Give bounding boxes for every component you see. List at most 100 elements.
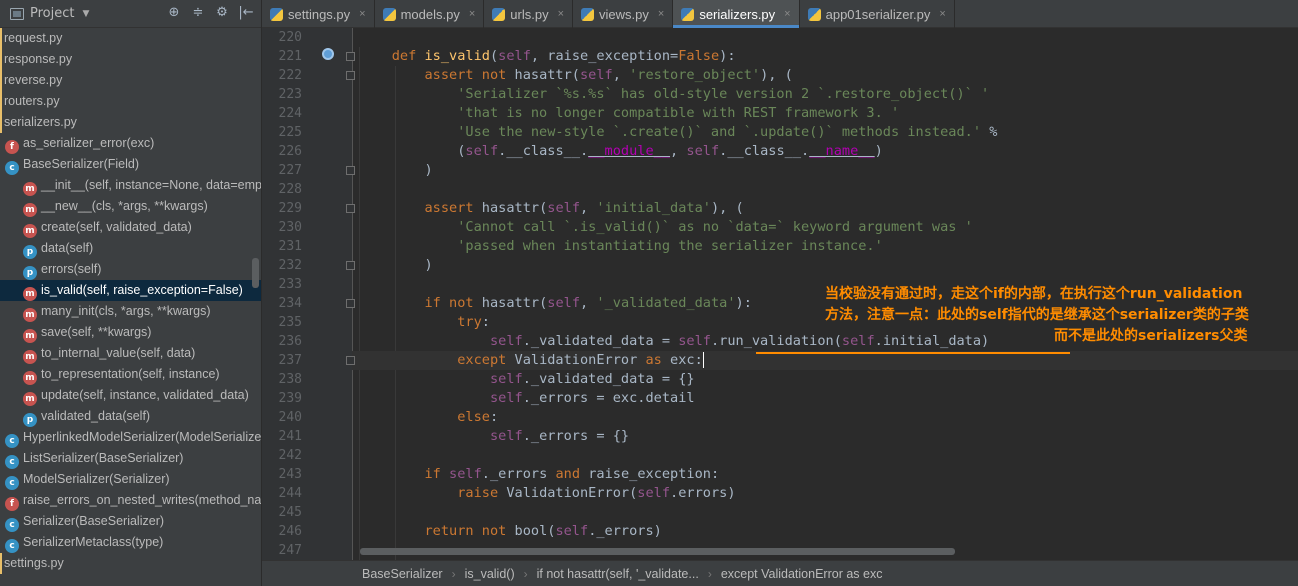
close-icon[interactable]: × xyxy=(784,8,790,20)
tree-item-label: save(self, **kwargs) xyxy=(41,325,152,339)
breadcrumb-separator-icon: › xyxy=(451,566,456,581)
breadcrumb-item[interactable]: BaseSerializer xyxy=(362,567,443,581)
tree-item-file[interactable]: response.py xyxy=(0,49,261,70)
code-line: assert hasattr(self, 'initial_data'), ( xyxy=(424,200,744,216)
close-icon[interactable]: × xyxy=(469,8,475,20)
line-number: 243 xyxy=(278,467,302,482)
hide-panel-icon[interactable]: |← xyxy=(238,5,254,20)
override-marker-icon[interactable] xyxy=(322,48,334,60)
close-icon[interactable]: × xyxy=(359,8,365,20)
annotation-line-3: 而不是此处的serializers父类 xyxy=(1054,328,1248,344)
tab-app01serializer[interactable]: app01serializer.py × xyxy=(800,0,955,28)
fold-marker-icon[interactable] xyxy=(346,356,355,365)
fold-marker-icon[interactable] xyxy=(346,299,355,308)
tree-item-label: data(self) xyxy=(41,241,94,255)
line-number: 242 xyxy=(278,448,302,463)
breadcrumb-separator-icon: › xyxy=(707,566,712,581)
tree-item-symbol[interactable]: c SerializerMetaclass(type) xyxy=(0,532,261,553)
tree-item-label: BaseSerializer(Field) xyxy=(23,157,140,171)
code-line: assert not hasattr(self, 'restore_object… xyxy=(424,67,793,83)
tree-item-symbol[interactable]: m save(self, **kwargs) xyxy=(0,322,261,343)
code-line: 'that is no longer compatible with REST … xyxy=(457,105,900,121)
tree-item-label: as_serializer_error(exc) xyxy=(23,136,155,150)
tree-item-symbol[interactable]: m is_valid(self, raise_exception=False) xyxy=(0,280,261,301)
line-number: 247 xyxy=(278,543,302,558)
line-number: 244 xyxy=(278,486,302,501)
fold-marker-icon[interactable] xyxy=(346,52,355,61)
breadcrumb-item[interactable]: is_valid() xyxy=(465,567,515,581)
tree-item-label: validated_data(self) xyxy=(41,409,151,423)
tree-item-symbol[interactable]: m to_internal_value(self, data) xyxy=(0,343,261,364)
close-icon[interactable]: × xyxy=(558,8,564,20)
tab-urls[interactable]: urls.py × xyxy=(484,0,574,28)
breadcrumb-item[interactable]: if not hasattr(self, '_validate... xyxy=(537,567,699,581)
tree-item-label: serializers.py xyxy=(4,115,77,129)
close-icon[interactable]: × xyxy=(939,8,945,20)
collapse-all-icon[interactable]: ≑ xyxy=(190,5,206,20)
line-number: 233 xyxy=(278,277,302,292)
tree-item-label: ModelSerializer(Serializer) xyxy=(23,472,170,486)
tree-item-symbol[interactable]: f as_serializer_error(exc) xyxy=(0,133,261,154)
annotation-line-2: 方法，注意一点：此处的self指代的是继承这个serializer类的子类 xyxy=(825,307,1249,323)
line-number: 229 xyxy=(278,201,302,216)
tab-label: app01serializer.py xyxy=(825,6,931,22)
tree-item-symbol[interactable]: p validated_data(self) xyxy=(0,406,261,427)
tree-item-label: response.py xyxy=(4,52,73,66)
project-panel: Project ▼ ⊕ ≑ ⚙ |← request.py response.py… xyxy=(0,0,262,586)
close-icon[interactable]: × xyxy=(658,8,664,20)
line-number: 226 xyxy=(278,144,302,159)
python-file-icon xyxy=(807,7,821,21)
tab-serializers[interactable]: serializers.py × xyxy=(673,0,800,28)
tree-item-file[interactable]: reverse.py xyxy=(0,70,261,91)
tree-item-symbol[interactable]: m to_representation(self, instance) xyxy=(0,364,261,385)
scroll-from-source-icon[interactable]: ⊕ xyxy=(166,5,182,20)
tree-item-symbol[interactable]: c ListSerializer(BaseSerializer) xyxy=(0,448,261,469)
tree-item-symbol[interactable]: p errors(self) xyxy=(0,259,261,280)
horizontal-scrollbar[interactable] xyxy=(360,548,955,555)
tree-item-file[interactable]: request.py xyxy=(0,28,261,49)
code-editor[interactable]: 220 221 222 223 224 225 226 227 228 229 230 231 232 2… xyxy=(262,28,1298,560)
tree-item-symbol[interactable]: c ModelSerializer(Serializer) xyxy=(0,469,261,490)
tree-item-file[interactable]: serializers.py xyxy=(0,112,261,133)
tree-item-symbol[interactable]: m __init__(self, instance=None, data=empt… xyxy=(0,175,262,196)
tab-models[interactable]: models.py × xyxy=(375,0,485,28)
tree-item-symbol[interactable]: f raise_errors_on_nested_writes(method_na… xyxy=(0,490,262,511)
tree-item-file[interactable]: routers.py xyxy=(0,91,261,112)
python-file-icon xyxy=(382,7,396,21)
fold-marker-icon[interactable] xyxy=(346,71,355,80)
tab-label: views.py xyxy=(599,6,649,22)
tree-item-symbol[interactable]: c HyperlinkedModelSerializer(ModelSeriali… xyxy=(0,427,261,448)
tree-item-label: __init__(self, instance=None, data=empty xyxy=(41,178,262,192)
function-icon: f xyxy=(5,497,19,511)
method-icon: m xyxy=(23,287,37,301)
tree-item-symbol[interactable]: c BaseSerializer(Field) xyxy=(0,154,261,175)
fold-marker-icon[interactable] xyxy=(346,166,355,175)
breadcrumb-item[interactable]: except ValidationError as exc xyxy=(721,567,883,581)
property-icon: p xyxy=(23,413,37,427)
tree-scrollbar[interactable] xyxy=(252,258,259,288)
tree-item-file[interactable]: settings.py xyxy=(0,553,261,574)
fold-marker-icon[interactable] xyxy=(346,261,355,270)
chevron-down-icon[interactable]: ▼ xyxy=(82,9,89,19)
tab-settings[interactable]: settings.py × xyxy=(262,0,375,28)
tree-item-label: errors(self) xyxy=(41,262,102,276)
project-title[interactable]: Project xyxy=(30,6,74,21)
editor-tabs: settings.py × models.py × urls.py × views.py × s… xyxy=(262,0,1298,28)
breadcrumb-separator-icon: › xyxy=(523,566,528,581)
line-number: 236 xyxy=(278,334,302,349)
tree-item-label: raise_errors_on_nested_writes(method_nam… xyxy=(23,493,262,507)
tree-item-symbol[interactable]: p data(self) xyxy=(0,238,261,259)
tree-item-symbol[interactable]: c Serializer(BaseSerializer) xyxy=(0,511,261,532)
python-file-icon xyxy=(0,91,2,112)
fold-marker-icon[interactable] xyxy=(346,204,355,213)
line-number: 223 xyxy=(278,87,302,102)
tree-item-symbol[interactable]: m create(self, validated_data) xyxy=(0,217,261,238)
class-icon: c xyxy=(5,539,19,553)
tree-item-label: reverse.py xyxy=(4,73,63,87)
tree-item-symbol[interactable]: m __new__(cls, *args, **kwargs) xyxy=(0,196,261,217)
tab-views[interactable]: views.py × xyxy=(573,0,674,28)
tree-item-label: SerializerMetaclass(type) xyxy=(23,535,164,549)
tree-item-symbol[interactable]: m many_init(cls, *args, **kwargs) xyxy=(0,301,261,322)
gear-icon[interactable]: ⚙ xyxy=(214,5,230,20)
tree-item-symbol[interactable]: m update(self, instance, validated_data) xyxy=(0,385,261,406)
